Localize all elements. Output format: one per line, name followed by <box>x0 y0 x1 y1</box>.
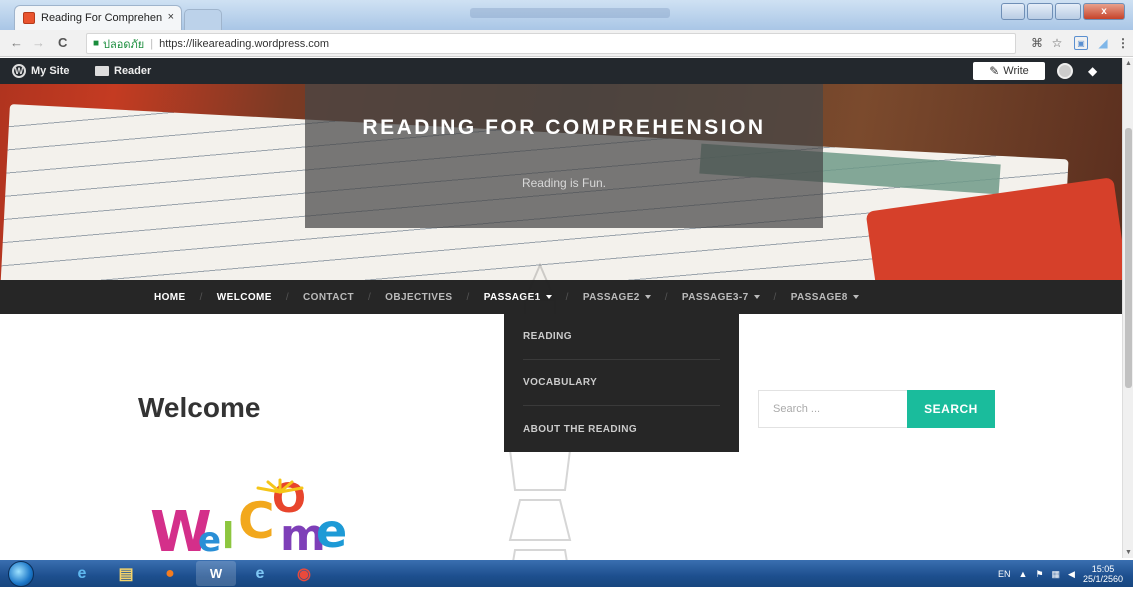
write-button[interactable]: ✎ Write <box>973 62 1045 80</box>
chevron-down-icon <box>644 294 651 299</box>
nav-item-objectives[interactable]: OBJECTIVES <box>385 292 452 303</box>
reader-icon <box>95 66 109 76</box>
start-button[interactable] <box>8 561 34 587</box>
window-close-button[interactable]: x <box>1083 3 1125 20</box>
file-explorer-taskbar-icon[interactable]: ▤ <box>106 561 146 586</box>
nav-item-passage8-label: PASSAGE8 <box>790 291 848 303</box>
extension-icon[interactable]: ▣ <box>1074 36 1088 50</box>
avatar[interactable] <box>1057 63 1073 79</box>
site-tagline: Reading is Fun. <box>521 176 607 190</box>
welcome-letter: e <box>316 504 348 558</box>
nav-separator: / <box>466 291 470 303</box>
favicon-icon <box>23 12 35 24</box>
nav-item-home[interactable]: HOME <box>154 292 186 303</box>
bookmark-star-icon[interactable]: ☆ <box>1050 36 1064 50</box>
forward-button[interactable]: → <box>32 35 45 50</box>
browser-tab[interactable]: Reading For Comprehen × <box>14 5 182 30</box>
clock-time: 15:05 <box>1091 564 1115 574</box>
dropdown-item-vocabulary[interactable]: VOCABULARY <box>523 360 720 406</box>
word-taskbar-icon[interactable]: W <box>196 561 236 586</box>
page-scrollbar[interactable]: ▲ ▼ <box>1122 58 1133 558</box>
system-tray: EN ▲ ⚑ ▦ ◀ 15:05 25/1/2560 <box>998 564 1123 584</box>
reader-link[interactable]: Reader <box>95 58 151 84</box>
tab-close-icon[interactable]: × <box>168 11 174 23</box>
nav-item-passage2-label: PASSAGE2 <box>582 291 640 303</box>
window-title-blur <box>470 8 670 18</box>
clock-date: 25/1/2560 <box>1082 574 1123 584</box>
welcome-letter: C <box>238 492 275 550</box>
nav-item-passage3-7-label: PASSAGE3-7 <box>681 291 749 303</box>
address-bar[interactable]: ■ ปลอดภัย | https://likeareading.wordpre… <box>86 33 1016 54</box>
nav-separator: / <box>285 291 290 303</box>
window-maximize-button[interactable] <box>1055 3 1081 20</box>
nav-separator: / <box>199 291 203 303</box>
sun-rays-decoration <box>256 478 304 494</box>
reader-label: Reader <box>114 65 152 77</box>
nav-separator: / <box>367 291 372 303</box>
nav-separator: / <box>664 291 668 303</box>
search-input[interactable]: Search ... <box>758 390 908 428</box>
language-indicator[interactable]: EN <box>998 569 1011 579</box>
pencil-icon: ✎ <box>989 64 1000 78</box>
nav-separator: / <box>773 291 777 303</box>
volume-icon[interactable]: ◀ <box>1068 569 1075 580</box>
site-header: READING FOR COMPREHENSION Reading is Fun… <box>0 84 1122 280</box>
back-button[interactable]: ← <box>10 35 23 50</box>
url-text: https://likeareading.wordpress.com <box>159 37 330 50</box>
dropdown-item-about-the-reading[interactable]: ABOUT THE READING <box>523 406 720 452</box>
chrome-taskbar-icon[interactable]: ◉ <box>284 561 324 586</box>
my-site-label: My Site <box>31 65 70 77</box>
write-label: Write <box>1003 65 1029 77</box>
tray-arrow-icon[interactable]: ▲ <box>1019 569 1028 579</box>
url-separator: | <box>150 37 154 50</box>
flag-icon[interactable]: ⚑ <box>1035 569 1043 580</box>
browser-titlebar: Reading For Comprehen × x <box>0 0 1133 30</box>
scrollbar-thumb[interactable] <box>1125 128 1132 388</box>
tab-title: Reading For Comprehen <box>41 12 163 24</box>
ie2-taskbar-icon[interactable]: e <box>240 561 280 586</box>
nav-item-passage8[interactable]: PASSAGE8 <box>791 292 859 303</box>
secure-label: ปลอดภัย <box>103 38 145 51</box>
new-tab-button[interactable] <box>184 9 222 30</box>
chevron-down-icon <box>753 294 760 299</box>
reload-button[interactable]: C <box>58 35 67 50</box>
my-site-link[interactable]: W My Site <box>12 58 70 84</box>
media-player-taskbar-icon[interactable]: ● <box>150 561 190 586</box>
nav-item-contact[interactable]: CONTACT <box>303 292 354 303</box>
clock[interactable]: 15:05 25/1/2560 <box>1083 564 1123 584</box>
wp-admin-bar: W My Site Reader ✎ Write ◆ <box>0 58 1122 84</box>
search-button[interactable]: SEARCH <box>907 390 995 428</box>
nav-item-passage2[interactable]: PASSAGE2 <box>583 292 651 303</box>
menu-kebab-icon[interactable]: ⋮ <box>1116 36 1130 50</box>
lock-icon: ■ <box>93 38 100 49</box>
site-title-box: READING FOR COMPREHENSION Reading is Fun… <box>305 84 823 228</box>
scroll-up-icon[interactable]: ▲ <box>1125 60 1132 67</box>
welcome-image: W e l C O m e <box>150 470 370 562</box>
extension2-icon[interactable]: ◢ <box>1096 36 1110 50</box>
ie-taskbar-icon[interactable]: e <box>62 561 102 586</box>
welcome-letter: e <box>198 520 222 560</box>
window-controls: x <box>1001 3 1125 20</box>
browser-toolbar: ← → C ■ ปลอดภัย | https://likeareading.w… <box>0 30 1133 57</box>
page-title: Welcome <box>138 392 261 423</box>
scroll-down-icon[interactable]: ▼ <box>1125 549 1132 556</box>
translate-icon[interactable]: ⌘ <box>1030 36 1044 50</box>
welcome-letter: l <box>222 516 235 557</box>
wordpress-logo-icon: W <box>12 64 26 78</box>
nav-item-welcome[interactable]: WELCOME <box>217 292 272 303</box>
windows-taskbar: e ▤ ● W e ◉ EN ▲ ⚑ ▦ ◀ 15:05 25/1/2560 <box>0 560 1133 587</box>
notifications-icon[interactable]: ◆ <box>1088 64 1102 78</box>
passage1-dropdown: READING VOCABULARY ABOUT THE READING <box>504 314 739 452</box>
nav-item-passage3-7[interactable]: PASSAGE3-7 <box>682 292 760 303</box>
site-title[interactable]: READING FOR COMPREHENSION <box>305 116 823 140</box>
dropdown-item-reading[interactable]: READING <box>523 314 720 360</box>
window-minimize-button[interactable] <box>1027 3 1053 20</box>
chevron-down-icon <box>852 294 859 299</box>
network-icon[interactable]: ▦ <box>1052 569 1061 580</box>
window-extra-button[interactable] <box>1001 3 1025 20</box>
